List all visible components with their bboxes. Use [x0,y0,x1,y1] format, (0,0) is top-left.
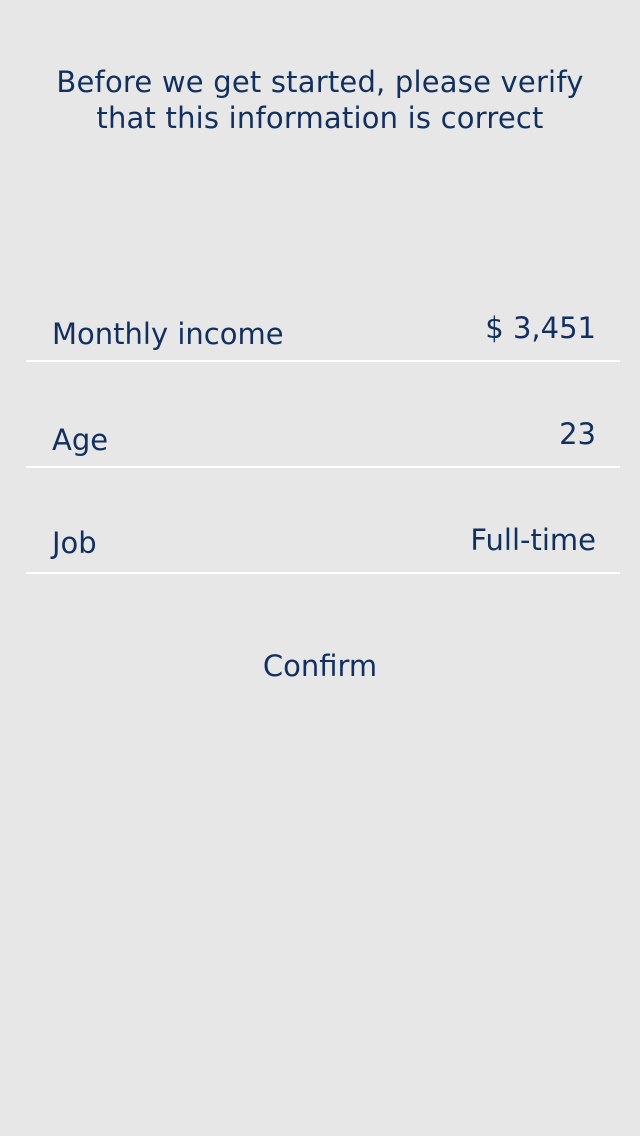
field-label-job: Job [52,526,97,560]
field-value-monthly-income[interactable]: $ 3,451 [485,310,596,346]
verification-prompt-line-2: that this information is correct [96,101,544,135]
verification-prompt: Before we get started, please verify tha… [40,64,600,136]
field-value-job[interactable]: Full-time [470,522,596,558]
confirm-button[interactable]: Confirm [220,646,420,686]
divider-job [26,572,620,574]
verification-prompt-line-1: Before we get started, please verify [56,65,584,99]
field-value-age[interactable]: 23 [559,416,596,452]
divider-age [26,466,620,468]
divider-monthly-income [26,360,620,362]
field-label-monthly-income: Monthly income [52,317,284,351]
field-label-age: Age [52,423,109,457]
